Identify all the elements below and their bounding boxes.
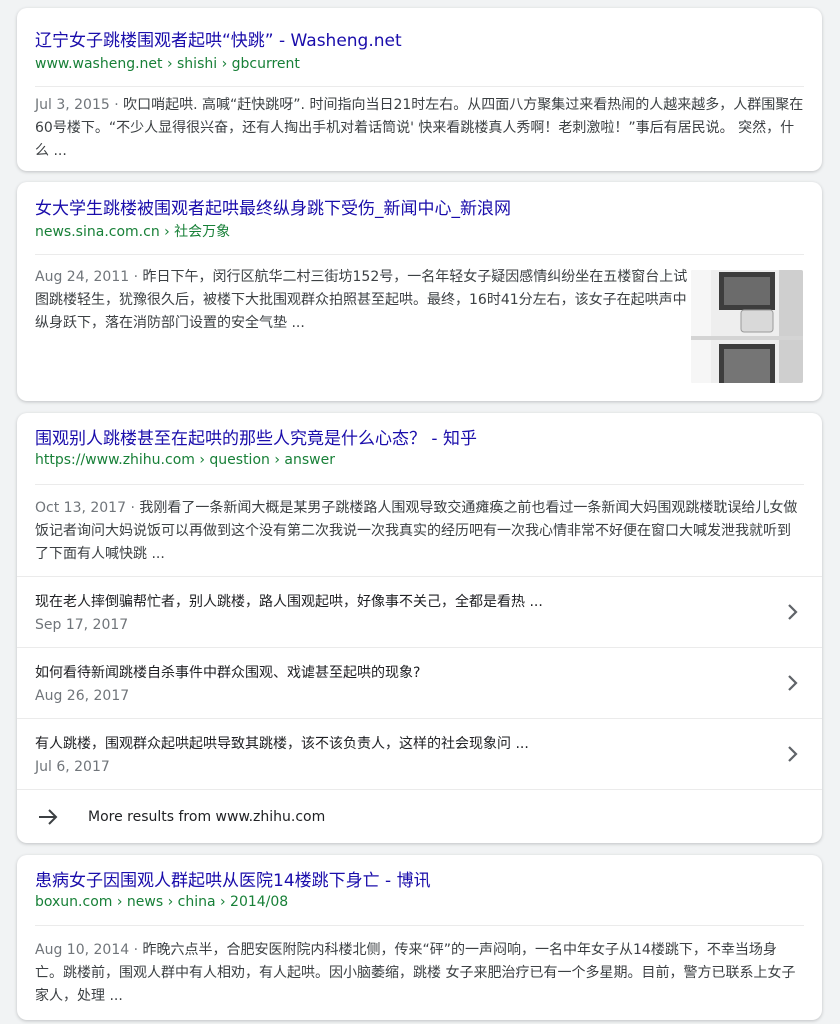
chevron-right-icon [788, 746, 798, 762]
chevron-right-icon [788, 675, 798, 691]
result-card-boxun: 患病女子因围观人群起哄从医院14楼跳下身亡 - 博讯 boxun.com › n… [17, 855, 822, 1020]
building-window-image [691, 270, 803, 383]
result-date: Aug 10, 2014 [35, 942, 130, 958]
result-url[interactable]: news.sina.com.cn › 社会万象 [35, 222, 230, 242]
sub-result-date: Jul 6, 2017 [35, 759, 110, 775]
result-snippet-text: 昨晚六点半，合肥安医附院内科楼北侧，传来“砰”的一声闷响，一名中年女子从14楼跳… [35, 942, 796, 1004]
divider [35, 86, 804, 87]
result-title-link[interactable]: 辽宁女子跳楼围观者起哄“快跳” - Washeng.net [35, 28, 402, 54]
sub-result-row[interactable]: 有人跳楼，围观群众起哄起哄导致其跳楼，该不该负责人，这样的社会现象问 ... J… [17, 718, 822, 790]
result-title-link[interactable]: 围观别人跳楼甚至在起哄的那些人究竟是什么心态？ - 知乎 [35, 426, 477, 452]
date-separator: · [126, 500, 140, 516]
result-url[interactable]: www.washeng.net › shishi › gbcurrent [35, 54, 300, 74]
sub-result-row[interactable]: 现在老人摔倒骗帮忙者，别人跳楼，路人围观起哄，好像事不关己，全都是看热 ... … [17, 576, 822, 648]
result-title-link[interactable]: 女大学生跳楼被围观者起哄最终纵身跳下受伤_新闻中心_新浪网 [35, 196, 511, 222]
sub-result-date: Sep 17, 2017 [35, 617, 129, 633]
divider [35, 925, 804, 926]
sub-result-title: 现在老人摔倒骗帮忙者，别人跳楼，路人围观起哄，好像事不关己，全都是看热 ... [35, 594, 543, 610]
result-card-washeng: 辽宁女子跳楼围观者起哄“快跳” - Washeng.net www.washen… [17, 8, 822, 171]
result-date: Aug 24, 2011 [35, 269, 130, 285]
divider [35, 484, 804, 485]
more-results-link[interactable]: More results from www.zhihu.com [17, 789, 822, 843]
result-snippet: Aug 10, 2014 · 昨晚六点半，合肥安医附院内科楼北侧，传来“砰”的一… [35, 939, 804, 1008]
result-thumbnail[interactable] [691, 270, 803, 383]
result-url[interactable]: https://www.zhihu.com › question › answe… [35, 450, 335, 470]
result-snippet: Aug 24, 2011 · 昨日下午，闵行区航华二村三街坊152号，一名年轻女… [35, 266, 692, 335]
date-separator: · [129, 942, 143, 958]
result-url[interactable]: boxun.com › news › china › 2014/08 [35, 892, 288, 912]
sub-result-date: Aug 26, 2017 [35, 688, 130, 704]
result-card-zhihu: 围观别人跳楼甚至在起哄的那些人究竟是什么心态？ - 知乎 https://www… [17, 413, 822, 843]
date-separator: · [109, 97, 124, 113]
result-date: Oct 13, 2017 [35, 500, 126, 516]
result-card-sina: 女大学生跳楼被围观者起哄最终纵身跳下受伤_新闻中心_新浪网 news.sina.… [17, 182, 822, 401]
sub-result-row[interactable]: 如何看待新闻跳楼自杀事件中群众围观、戏谑甚至起哄的现象? Aug 26, 201… [17, 647, 822, 719]
result-title-link[interactable]: 患病女子因围观人群起哄从医院14楼跳下身亡 - 博讯 [35, 868, 431, 894]
sub-result-title: 如何看待新闻跳楼自杀事件中群众围观、戏谑甚至起哄的现象? [35, 665, 421, 681]
more-results-label: More results from www.zhihu.com [88, 809, 326, 825]
sub-result-title: 有人跳楼，围观群众起哄起哄导致其跳楼，该不该负责人，这样的社会现象问 ... [35, 736, 529, 752]
chevron-right-icon [788, 604, 798, 620]
arrow-right-icon [39, 809, 58, 825]
result-snippet: Jul 3, 2015 · 吹口哨起哄. 高喊“赶快跳呀”. 时间指向当日21时… [35, 94, 804, 163]
result-snippet-text: 吹口哨起哄. 高喊“赶快跳呀”. 时间指向当日21时左右。从四面八方聚集过来看热… [35, 97, 804, 159]
result-snippet-text: 我刚看了一条新闻大概是某男子跳楼路人围观导致交通瘫痪之前也看过一条新闻大妈围观跳… [35, 500, 798, 562]
date-separator: · [129, 269, 143, 285]
result-date: Jul 3, 2015 [35, 97, 110, 113]
result-snippet: Oct 13, 2017 · 我刚看了一条新闻大概是某男子跳楼路人围观导致交通瘫… [35, 497, 804, 566]
divider [35, 254, 804, 255]
